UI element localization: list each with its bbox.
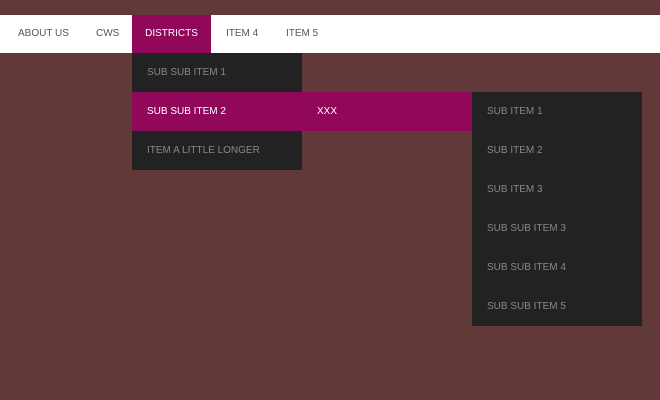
nav-item-5[interactable]: ITEM 5	[286, 15, 318, 53]
dropdown-item-sub-sub-item-1[interactable]: SUB SUB ITEM 1	[132, 53, 302, 92]
flyout-item-sub-sub-item-5[interactable]: SUB SUB ITEM 5	[472, 287, 642, 326]
districts-dropdown: SUB SUB ITEM 1 SUB SUB ITEM 2 ITEM A LIT…	[132, 53, 302, 170]
flyout-item-sub-item-1[interactable]: SUB ITEM 1	[472, 92, 642, 131]
nav-item-districts[interactable]: DISTRICTS	[132, 15, 211, 53]
sub-sub-item-2-submenu: XXX	[302, 92, 472, 131]
flyout-item-sub-sub-item-4[interactable]: SUB SUB ITEM 4	[472, 248, 642, 287]
page: ABOUT US CWS DISTRICTS ITEM 4 ITEM 5 SUB…	[0, 0, 660, 400]
flyout-item-sub-item-2[interactable]: SUB ITEM 2	[472, 131, 642, 170]
flyout-item-sub-item-3[interactable]: SUB ITEM 3	[472, 170, 642, 209]
submenu-item-xxx[interactable]: XXX	[302, 92, 472, 131]
xxx-flyout-menu: SUB ITEM 1 SUB ITEM 2 SUB ITEM 3 SUB SUB…	[472, 92, 642, 326]
dropdown-item-sub-sub-item-2[interactable]: SUB SUB ITEM 2	[132, 92, 302, 131]
nav-item-cws[interactable]: CWS	[96, 15, 119, 53]
flyout-item-sub-sub-item-3[interactable]: SUB SUB ITEM 3	[472, 209, 642, 248]
nav-item-about-us[interactable]: ABOUT US	[18, 15, 69, 53]
nav-item-4[interactable]: ITEM 4	[226, 15, 258, 53]
dropdown-item-a-little-longer[interactable]: ITEM A LITTLE LONGER	[132, 131, 302, 170]
top-nav-bar: ABOUT US CWS DISTRICTS ITEM 4 ITEM 5	[0, 15, 660, 53]
